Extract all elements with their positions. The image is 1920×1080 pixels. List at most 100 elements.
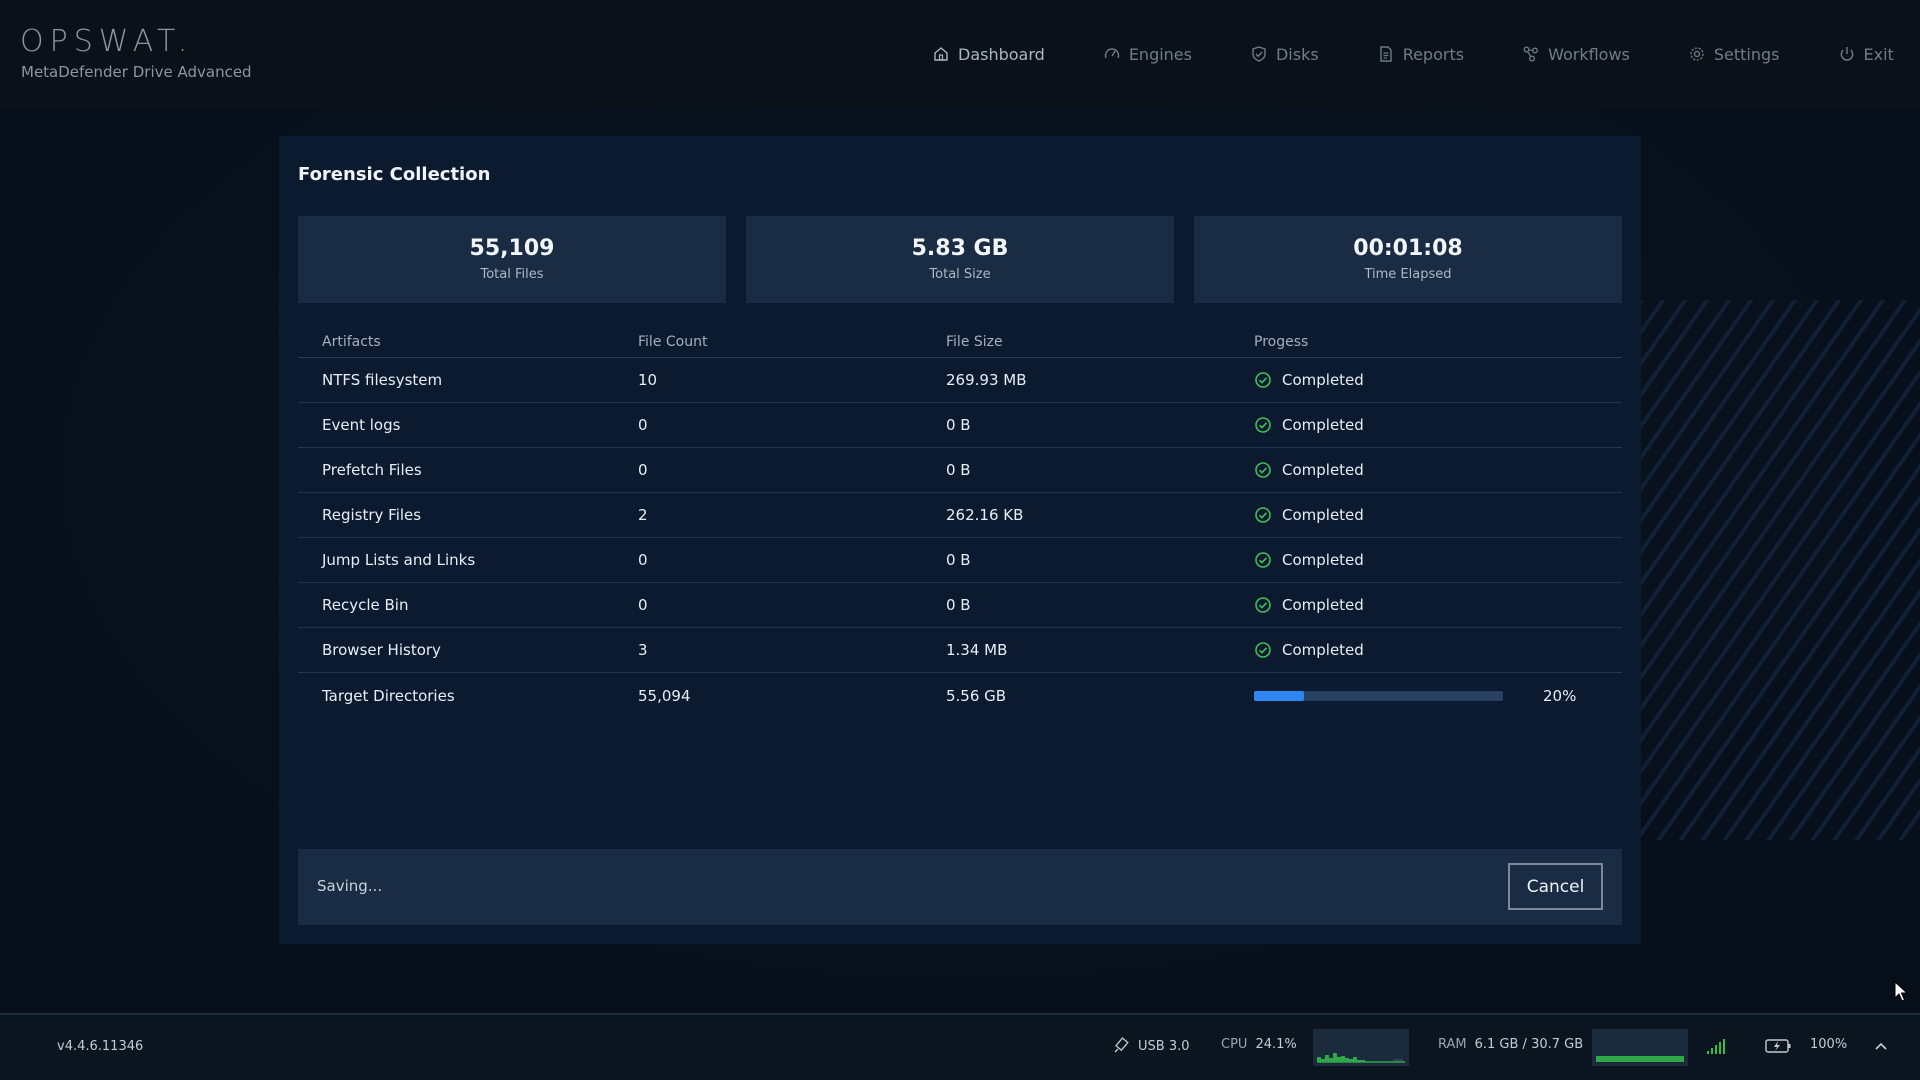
progress-cell: Completed xyxy=(1254,641,1622,659)
nav-engines-label: Engines xyxy=(1128,44,1192,64)
cpu-status: CPU 24.1% xyxy=(1221,1037,1297,1052)
nav-reports-label: Reports xyxy=(1402,44,1465,64)
usb-status: USB 3.0 xyxy=(1112,1037,1190,1055)
check-circle-icon xyxy=(1255,507,1271,523)
product-name: MetaDefender Drive Advanced xyxy=(21,63,252,81)
check-circle-icon xyxy=(1255,462,1271,478)
table-row: Registry Files 2 262.16 KB Completed xyxy=(298,493,1622,538)
file-count: 0 xyxy=(638,551,648,569)
artifact-name: Browser History xyxy=(322,641,441,659)
nav-exit[interactable]: Exit xyxy=(1838,42,1894,66)
artifact-name: Registry Files xyxy=(322,506,422,524)
usb-label: USB 3.0 xyxy=(1138,1038,1190,1054)
stat-label: Total Files xyxy=(480,267,544,282)
table-row: Event logs 0 0 B Completed xyxy=(298,403,1622,448)
stat-value: 5.83 GB xyxy=(911,236,1009,261)
chevron-up-icon[interactable] xyxy=(1874,1041,1888,1051)
file-size: 0 B xyxy=(946,461,971,479)
opswat-logo: OPSWAT. xyxy=(20,24,194,59)
table-row: Prefetch Files 0 0 B Completed xyxy=(298,448,1622,493)
modal-footer: Saving... Cancel xyxy=(298,849,1622,925)
status-label: Completed xyxy=(1282,506,1364,524)
status-label: Completed xyxy=(1282,641,1364,659)
cpu-chart xyxy=(1317,1053,1405,1063)
nav-exit-label: Exit xyxy=(1863,44,1894,64)
top-header: OPSWAT. MetaDefender Drive Advanced Dash… xyxy=(0,0,1920,108)
progress-bar-fill xyxy=(1254,690,1304,701)
usb-icon xyxy=(1114,1037,1129,1053)
progress-cell: Completed xyxy=(1254,371,1622,389)
nav-disks[interactable]: Disks xyxy=(1250,42,1319,66)
table-row-active: Target Directories 55,094 5.56 GB 20% xyxy=(298,673,1622,718)
battery-value: 100% xyxy=(1810,1037,1848,1052)
nav-reports[interactable]: Reports xyxy=(1377,42,1464,66)
progress-cell: 20% xyxy=(1254,687,1622,705)
main-nav: Dashboard Engines Disks Reports Workflow… xyxy=(932,42,1920,66)
file-count: 2 xyxy=(638,506,648,524)
file-count: 0 xyxy=(638,461,648,479)
status-label: Completed xyxy=(1282,461,1364,479)
battery-status: 100% xyxy=(1810,1037,1847,1052)
saving-status: Saving... xyxy=(317,877,383,895)
table-row: NTFS filesystem 10 269.93 MB Completed xyxy=(298,358,1622,403)
nav-engines[interactable]: Engines xyxy=(1103,42,1192,66)
nav-workflows[interactable]: Workflows xyxy=(1522,42,1630,66)
document-icon xyxy=(1379,46,1392,62)
progress-cell: Completed xyxy=(1254,416,1622,434)
stat-time-elapsed: 00:01:08 Time Elapsed xyxy=(1194,216,1622,303)
version-label: v4.4.6.11346 xyxy=(57,1039,144,1054)
column-header-file-count: File Count xyxy=(638,333,708,350)
file-size: 1.34 MB xyxy=(946,641,1008,659)
nav-settings[interactable]: Settings xyxy=(1688,42,1780,66)
table-row: Jump Lists and Links 0 0 B Completed xyxy=(298,538,1622,583)
file-size: 269.93 MB xyxy=(946,371,1027,389)
status-label: Completed xyxy=(1282,371,1364,389)
status-label: Completed xyxy=(1282,551,1364,569)
column-header-artifacts: Artifacts xyxy=(322,333,381,350)
ram-chart xyxy=(1596,1056,1684,1062)
check-circle-icon xyxy=(1255,372,1271,388)
file-size: 262.16 KB xyxy=(946,506,1024,524)
signal-icon xyxy=(1707,1039,1725,1054)
nav-workflows-label: Workflows xyxy=(1548,44,1630,64)
battery-charging-icon xyxy=(1765,1039,1791,1053)
stat-label: Time Elapsed xyxy=(1364,267,1452,282)
cpu-label: CPU xyxy=(1221,1037,1248,1052)
nav-dashboard[interactable]: Dashboard xyxy=(932,42,1045,66)
progress-bar xyxy=(1254,690,1503,701)
cancel-button[interactable]: Cancel xyxy=(1508,863,1603,910)
table-header: Artifacts File Count File Size Progess xyxy=(298,326,1622,358)
file-count: 0 xyxy=(638,416,648,434)
file-count: 0 xyxy=(638,596,648,614)
artifact-name: Target Directories xyxy=(322,686,455,705)
status-label: Completed xyxy=(1282,596,1364,614)
ram-label: RAM xyxy=(1438,1037,1467,1052)
table-row: Browser History 3 1.34 MB Completed xyxy=(298,628,1622,673)
table-row: Recycle Bin 0 0 B Completed xyxy=(298,583,1622,628)
nav-dashboard-label: Dashboard xyxy=(958,44,1045,64)
artifact-name: NTFS filesystem xyxy=(322,371,443,389)
forensic-collection-modal: Forensic Collection 55,109 Total Files 5… xyxy=(279,136,1641,944)
file-size: 0 B xyxy=(946,596,971,614)
stat-total-files: 55,109 Total Files xyxy=(298,216,726,303)
artifact-name: Event logs xyxy=(322,416,401,434)
artifact-name: Jump Lists and Links xyxy=(322,551,476,569)
home-icon xyxy=(934,47,948,61)
stat-value: 55,109 xyxy=(469,236,555,261)
power-icon xyxy=(1840,47,1853,61)
file-size: 5.56 GB xyxy=(946,686,1007,705)
file-count: 10 xyxy=(638,371,658,389)
gear-icon xyxy=(1690,47,1704,61)
column-header-file-size: File Size xyxy=(946,333,1003,350)
shield-check-icon xyxy=(1252,46,1266,62)
stat-value: 00:01:08 xyxy=(1353,236,1463,261)
file-size: 0 B xyxy=(946,416,971,434)
progress-percent: 20% xyxy=(1543,686,1577,705)
progress-cell: Completed xyxy=(1254,506,1622,524)
check-circle-icon xyxy=(1255,417,1271,433)
ram-status: RAM 6.1 GB / 30.7 GB xyxy=(1438,1037,1583,1052)
file-size: 0 B xyxy=(946,551,971,569)
mouse-cursor-icon xyxy=(1894,981,1909,1002)
check-circle-icon xyxy=(1255,642,1271,658)
gauge-icon xyxy=(1104,48,1119,59)
